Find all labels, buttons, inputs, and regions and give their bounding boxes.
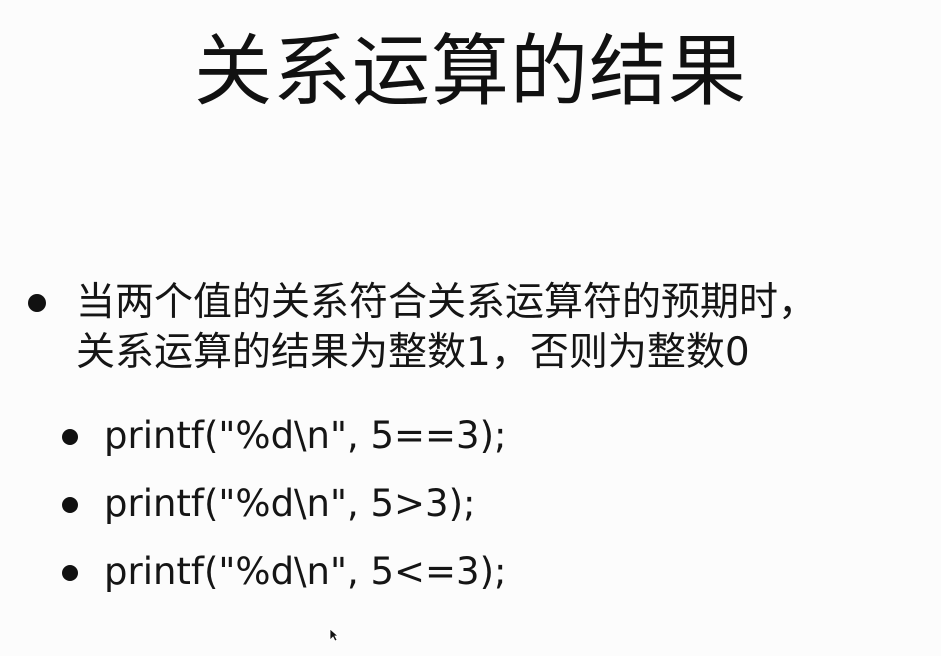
main-bullet-line-2: 关系运算的结果为整数1，否则为整数0 <box>76 330 750 375</box>
code-example-1: printf("%d\n", 5==3); <box>104 414 507 457</box>
sub-bullet-dot-2 <box>62 497 78 513</box>
code-example-3: printf("%d\n", 5<=3); <box>104 550 507 593</box>
slide: 关系运算的结果 当两个值的关系符合关系运算符的预期时， 关系运算的结果为整数1，… <box>0 0 941 656</box>
sub-bullet-dot-3 <box>62 565 78 581</box>
sub-bullet-dot-1 <box>62 429 78 445</box>
main-bullet-dot <box>28 294 46 312</box>
mouse-pointer-icon <box>329 628 339 642</box>
main-bullet-line-1: 当两个值的关系符合关系运算符的预期时， <box>76 280 818 325</box>
bullet-list: 当两个值的关系符合关系运算符的预期时， 关系运算的结果为整数1，否则为整数0 p… <box>0 0 941 656</box>
code-example-2: printf("%d\n", 5>3); <box>104 482 476 525</box>
main-bullet-text: 当两个值的关系符合关系运算符的预期时， 关系运算的结果为整数1，否则为整数0 <box>76 278 926 378</box>
